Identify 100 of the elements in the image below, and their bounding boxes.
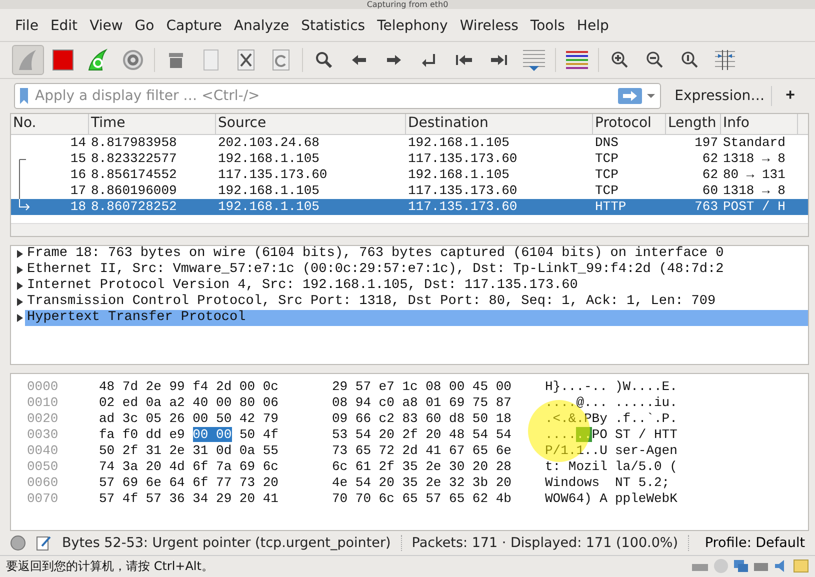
table-cell-text: 1318 → 8 xyxy=(722,183,786,199)
table-cell-text: 192.168.1.105 xyxy=(407,167,510,183)
ascii-bytes[interactable]: .....iu. xyxy=(615,394,678,410)
edit-comment-icon[interactable] xyxy=(36,535,52,551)
close-icon xyxy=(236,49,256,71)
hex-bytes[interactable]: 48 7d 2e 99 f4 2d 00 0c xyxy=(99,378,278,394)
hex-bytes[interactable]: 6c 61 2f 35 2e 30 20 28 xyxy=(332,458,512,474)
right-arrow-icon xyxy=(386,54,402,66)
table-cell-text: 192.168.1.105 xyxy=(217,199,320,215)
table-cell-text: TCP xyxy=(594,167,620,183)
table-cell-text: 8.856174552 xyxy=(90,167,178,183)
table-cell-text: 18 xyxy=(69,199,87,215)
table-cell-text: 8.817983958 xyxy=(90,135,178,151)
ascii-bytes[interactable]: ....@... xyxy=(545,394,608,410)
expand-arrow-icon[interactable] xyxy=(15,265,25,275)
hex-bytes[interactable]: 00 00 xyxy=(192,426,232,442)
table-cell-text: 16 xyxy=(69,167,87,183)
ascii-bytes[interactable]: Windows xyxy=(545,474,608,490)
column-header[interactable]: Time xyxy=(89,114,216,134)
expand-arrow-icon[interactable] xyxy=(15,313,25,323)
hex-bytes[interactable]: 74 3a 20 4d 6f 7a 69 6c xyxy=(99,458,278,474)
tree-item[interactable]: Ethernet II, Src: Vmware_57:e7:1c (00:0c:29:57:e7:1c), Dst: Tp-LinkT_99:f4:2d (48:7d:2 xyxy=(25,262,808,278)
ascii-bytes[interactable]: WOW64) A xyxy=(545,490,608,506)
hex-bytes[interactable]: 73 65 72 2d 41 67 65 6e xyxy=(332,442,512,458)
byte-offset: 0000 xyxy=(26,378,60,394)
byte-offset: 0020 xyxy=(26,410,60,426)
hex-bytes[interactable]: 08 94 c0 a8 01 69 75 87 xyxy=(332,394,512,410)
hex-bytes[interactable]: 50 4f xyxy=(232,426,278,442)
tree-item[interactable]: Frame 18: 763 bytes on wire (6104 bits), 763 bytes captured (6104 bits) on interface 0 xyxy=(25,246,808,262)
dropdown-caret-icon[interactable] xyxy=(646,93,656,99)
hex-bytes[interactable]: 70 70 6c 65 57 65 62 4b xyxy=(332,490,512,506)
hex-bytes[interactable]: fa f0 dd e9 xyxy=(99,426,193,442)
menu-item[interactable]: Tools xyxy=(525,16,570,36)
column-header[interactable]: Source xyxy=(216,114,406,134)
column-header[interactable]: Length xyxy=(666,114,721,134)
menu-item[interactable]: Help xyxy=(572,16,614,36)
profile-label[interactable]: Profile: Default xyxy=(704,535,805,551)
table-cell-text: 60 xyxy=(701,183,719,199)
ascii-bytes[interactable]: ppleWebK xyxy=(615,490,678,506)
stop-icon xyxy=(52,49,74,71)
menu-item[interactable]: Capture xyxy=(161,16,227,36)
hex-bytes[interactable]: 57 69 6e 64 6f 77 73 20 xyxy=(99,474,278,490)
return-arrow-icon xyxy=(420,52,438,68)
network-icon[interactable] xyxy=(733,558,749,574)
add-button[interactable]: + xyxy=(780,87,801,105)
table-cell-text: 14 xyxy=(69,135,87,151)
hex-bytes[interactable]: 09 66 c2 83 60 d8 50 18 xyxy=(332,410,512,426)
hex-bytes[interactable]: 50 2f 31 2e 31 0d 0a 55 xyxy=(99,442,278,458)
zoom-in-icon xyxy=(611,51,629,69)
column-header[interactable]: Info xyxy=(721,114,798,134)
menu-item[interactable]: View xyxy=(84,16,128,36)
hex-bytes[interactable]: ad 3c 05 26 00 50 42 79 xyxy=(99,410,278,426)
menu-item[interactable]: Wireless xyxy=(454,16,524,36)
hex-bytes[interactable]: 53 54 20 2f 20 48 54 54 xyxy=(332,426,512,442)
expand-arrow-icon[interactable] xyxy=(15,281,25,291)
menu-item[interactable]: Go xyxy=(130,16,160,36)
ascii-bytes[interactable]: )W....E. xyxy=(615,378,678,394)
ascii-bytes[interactable]: PO xyxy=(592,426,608,442)
byte-offset: 0070 xyxy=(26,490,60,506)
colorize-icon xyxy=(565,49,589,71)
table-cell-text: 197 xyxy=(694,135,719,151)
tree-item[interactable]: Transmission Control Protocol, Src Port: 1318, Dst Port: 80, Seq: 1, Ack: 1, Len: 709 xyxy=(25,294,808,310)
menu-item[interactable]: Analyze xyxy=(228,16,294,36)
ascii-bytes[interactable]: ser-Agen xyxy=(615,442,678,458)
table-cell-text: 763 xyxy=(694,199,719,215)
horizontal-scrollbar[interactable] xyxy=(11,223,808,236)
menu-item[interactable]: Statistics xyxy=(296,16,370,36)
autoscroll-icon xyxy=(522,48,546,72)
filter-bar[interactable]: Apply a display filter … <Ctrl-/> xyxy=(14,83,661,109)
ascii-bytes[interactable]: t: Mozil xyxy=(545,458,608,474)
expression-button[interactable]: Expression… xyxy=(668,86,772,106)
hex-bytes[interactable]: 29 57 e7 1c 08 00 45 00 xyxy=(332,378,512,394)
expand-arrow-icon[interactable] xyxy=(15,297,25,307)
hex-bytes[interactable]: 57 4f 57 36 34 29 20 41 xyxy=(99,490,278,506)
ascii-bytes[interactable]: NT 5.2; xyxy=(615,474,678,490)
tree-item[interactable]: Internet Protocol Version 4, Src: 192.168.1.105, Dst: 117.135.173.60 xyxy=(25,278,808,294)
table-cell-text: 117.135.173.60 xyxy=(217,167,328,183)
expand-arrow-icon[interactable] xyxy=(15,249,25,259)
table-cell-text: 17 xyxy=(69,183,87,199)
first-icon xyxy=(455,54,473,66)
hex-bytes[interactable]: 4e 54 20 35 2e 32 3b 20 xyxy=(332,474,512,490)
menu-item[interactable]: Telephony xyxy=(372,16,453,36)
ascii-bytes[interactable]: la/5.0 ( xyxy=(615,458,678,474)
ascii-bytes[interactable]: .f..`.P. xyxy=(615,410,678,426)
packet-count: Packets: 171 · Displayed: 171 (100.0%) xyxy=(412,535,690,551)
tree-item[interactable]: Hypertext Transfer Protocol xyxy=(25,310,808,326)
table-cell-text: 8.823322577 xyxy=(90,151,178,167)
column-header[interactable]: No. xyxy=(11,114,89,134)
byte-offset: 0050 xyxy=(26,458,60,474)
ascii-bytes[interactable]: H}...-.. xyxy=(545,378,608,394)
column-header[interactable]: Destination xyxy=(406,114,593,134)
packet-row[interactable]: 18 8.860728252 192.168.1.105 117.135.173.60 HTTP 763 POST / H xyxy=(11,199,808,215)
ascii-bytes[interactable]: ST / HTT xyxy=(615,426,678,442)
menu-item[interactable]: File xyxy=(10,16,44,36)
column-header[interactable]: Protocol xyxy=(593,114,666,134)
menu-item[interactable]: Edit xyxy=(45,16,83,36)
hex-bytes[interactable]: 02 ed 0a a2 40 00 80 06 xyxy=(99,394,278,410)
zoom-out-icon xyxy=(646,51,664,69)
table-cell-text: 192.168.1.105 xyxy=(217,183,320,199)
display-filter-field[interactable]: Apply a display filter … <Ctrl-/> xyxy=(33,87,614,105)
